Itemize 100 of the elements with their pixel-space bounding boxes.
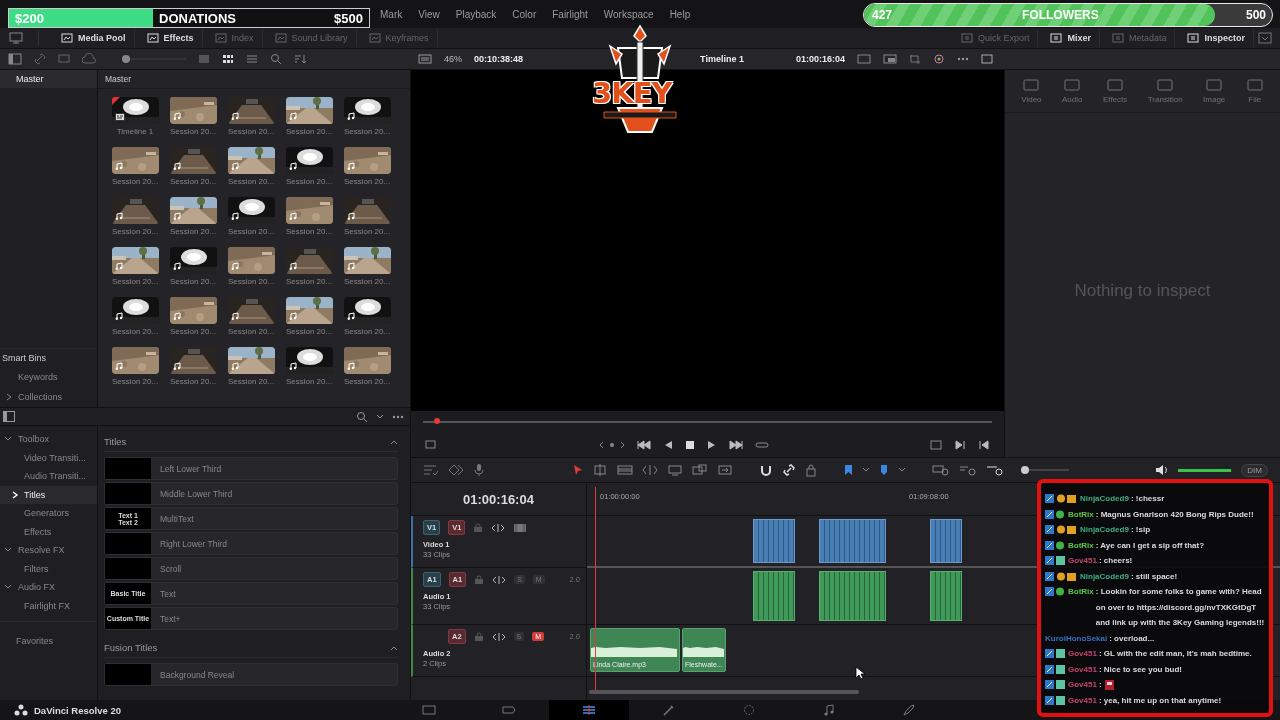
video-clip-group[interactable] — [819, 519, 886, 563]
media-clip[interactable]: Session 20... — [164, 97, 222, 147]
marker-icon[interactable] — [879, 464, 889, 476]
expand-icon[interactable] — [1258, 32, 1272, 44]
zoom-detail-icon[interactable] — [959, 464, 977, 476]
hd-icon[interactable] — [882, 54, 897, 64]
bin-item[interactable]: Master — [0, 70, 97, 88]
lock-icon[interactable] — [805, 463, 817, 477]
smart-bin-item[interactable]: Collections — [0, 387, 97, 407]
media-clip[interactable]: Session 20... — [222, 347, 280, 397]
tree-item[interactable]: Favorites — [0, 621, 97, 646]
tree-item[interactable]: Audio FX — [0, 578, 97, 597]
panel-toggle[interactable]: Mixer — [1042, 29, 1100, 47]
panel-toggle[interactable]: Metadata — [1103, 29, 1176, 47]
tree-item[interactable]: Video Transiti... — [0, 448, 97, 467]
menu-item[interactable]: Playback — [455, 8, 497, 20]
stop-icon[interactable] — [684, 440, 695, 450]
panel-toggle[interactable]: Keyframes — [360, 29, 438, 47]
media-clip[interactable]: Session 20... — [280, 147, 338, 197]
auto-select-icon[interactable] — [491, 631, 506, 642]
auto-select-icon[interactable] — [492, 574, 507, 585]
tree-item[interactable]: Resolve FX — [0, 541, 97, 560]
list-icon[interactable] — [246, 54, 258, 64]
color-wheel-icon[interactable] — [932, 53, 945, 65]
media-clip[interactable]: Session 20... — [222, 147, 280, 197]
image-icon[interactable] — [980, 54, 993, 64]
effect-item[interactable]: Left Lower Third — [104, 457, 398, 480]
next-frame-icon[interactable] — [954, 440, 966, 450]
media-clip[interactable]: Session 20... — [106, 147, 164, 197]
microphone-icon[interactable] — [473, 463, 485, 477]
sidebar-toggle-icon[interactable] — [3, 411, 15, 422]
panel-toggle[interactable]: Effects — [138, 29, 203, 47]
page-tab[interactable] — [548, 700, 629, 720]
media-clip[interactable]: Timeline 1 — [106, 97, 164, 147]
trim-icon[interactable] — [592, 464, 608, 476]
media-clip[interactable]: Session 20... — [106, 247, 164, 297]
media-clip[interactable]: Session 20... — [280, 347, 338, 397]
search-icon[interactable] — [356, 410, 368, 423]
scrollbar[interactable] — [589, 690, 859, 694]
tree-item[interactable]: Toolbox — [0, 430, 97, 449]
zoom-level[interactable]: 46% — [444, 54, 462, 64]
media-clip[interactable]: Session 20... — [164, 297, 222, 347]
volume-slider[interactable] — [1178, 468, 1233, 472]
frame-icon[interactable] — [425, 440, 437, 450]
jog-icon[interactable] — [598, 440, 625, 450]
media-clip[interactable]: Session 20... — [164, 247, 222, 297]
media-clip[interactable]: Session 20... — [280, 247, 338, 297]
tree-item[interactable]: Fairlight FX — [0, 596, 97, 615]
media-clip[interactable]: Session 20... — [164, 147, 222, 197]
chevron-icon[interactable] — [390, 644, 398, 651]
media-clip[interactable]: Session 20... — [338, 247, 396, 297]
media-clip[interactable]: Session 20... — [106, 297, 164, 347]
overwrite-icon[interactable] — [667, 464, 683, 476]
dim-button[interactable]: DIM — [1241, 463, 1268, 477]
lock-icon[interactable] — [473, 631, 484, 642]
chat-icon[interactable] — [58, 53, 70, 65]
menu-item[interactable]: Color — [512, 8, 537, 20]
timeline-options-icon[interactable] — [423, 464, 439, 476]
fit-icon[interactable] — [717, 464, 733, 476]
fullscreen-icon[interactable] — [930, 440, 942, 450]
speaker-icon[interactable] — [1155, 464, 1170, 476]
chevron-icon[interactable] — [6, 393, 12, 401]
caret-icon[interactable] — [862, 467, 870, 473]
smart-bin-item[interactable]: Keywords — [0, 367, 97, 387]
play-icon[interactable] — [706, 440, 717, 450]
flag-icon[interactable] — [843, 464, 853, 476]
panel-toggle[interactable]: Quick Export — [952, 29, 1039, 47]
video-clip-group[interactable] — [753, 519, 795, 563]
film-strip-icon[interactable] — [617, 464, 633, 476]
audio-clip-group[interactable] — [930, 571, 962, 621]
replace-icon[interactable] — [692, 464, 708, 476]
pointer-icon[interactable] — [573, 464, 583, 476]
menu-item[interactable]: Workspace — [603, 8, 654, 20]
media-clip[interactable]: Session 20... — [280, 297, 338, 347]
grid-view-icon[interactable] — [222, 54, 234, 64]
media-clip[interactable]: Session 20... — [106, 347, 164, 397]
effect-item[interactable]: Middle Lower Third — [104, 482, 398, 505]
audio-clip-group[interactable] — [819, 571, 886, 621]
size-slider[interactable] — [122, 55, 186, 63]
sort-icon[interactable] — [294, 54, 306, 64]
effect-item[interactable]: Scroll — [104, 557, 398, 580]
film-icon[interactable] — [513, 522, 528, 533]
tree-item[interactable]: Filters — [0, 559, 97, 578]
frame-icon[interactable] — [856, 54, 871, 64]
media-clip[interactable]: Session 20... — [338, 347, 396, 397]
panel-toggle[interactable]: Media Pool — [53, 29, 135, 47]
menu-item[interactable]: View — [418, 8, 440, 20]
tree-item[interactable]: Titles — [0, 485, 97, 504]
crop-icon[interactable] — [908, 54, 921, 64]
panel-toggle[interactable]: Inspector — [1179, 29, 1254, 47]
media-clip[interactable]: Session 20... — [338, 97, 396, 147]
loop-icon[interactable] — [754, 440, 769, 450]
monitor-icon[interactable] — [8, 32, 24, 44]
media-clip[interactable]: Session 20... — [222, 247, 280, 297]
more-icon[interactable] — [956, 57, 969, 61]
effect-item[interactable]: Background Reveal — [104, 663, 398, 686]
sidebar-toggle-icon[interactable] — [8, 53, 22, 65]
chevron-icon[interactable] — [390, 438, 398, 445]
auto-select-icon[interactable] — [491, 522, 506, 533]
media-clip[interactable]: Session 20... — [280, 197, 338, 247]
